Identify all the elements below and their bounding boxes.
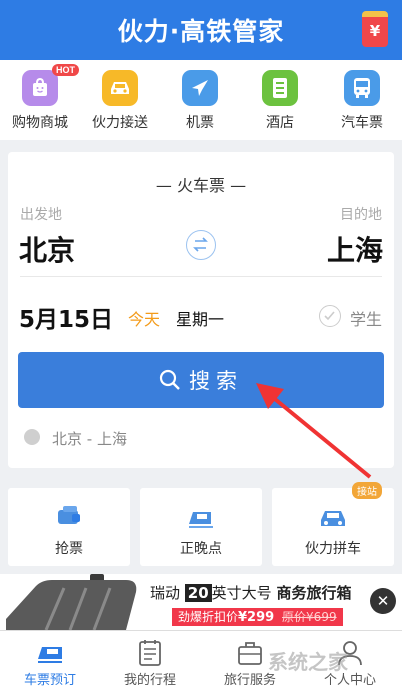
- red-packet-icon[interactable]: ¥: [362, 11, 388, 47]
- search-icon: [159, 369, 180, 390]
- category-label: 购物商城: [12, 115, 68, 131]
- ad-orig-label: 原价: [282, 610, 307, 624]
- ad-original-price: 原价¥699: [282, 610, 337, 624]
- grab-ticket-icon: [54, 502, 84, 532]
- ad-text1: 英寸大号: [211, 584, 272, 602]
- car-icon: [102, 70, 138, 106]
- category-flight[interactable]: 机票: [160, 70, 240, 132]
- ad-brand: 瑞动: [150, 584, 181, 602]
- ad-banner[interactable]: 瑞动 20 英寸大号 商务旅行箱 劲爆折扣价¥299 原价¥699 ✕: [0, 574, 402, 630]
- tab-ticket-booking[interactable]: 车票预订: [0, 631, 100, 693]
- carpool-icon: [318, 502, 348, 532]
- ad-price: ¥299: [238, 610, 275, 625]
- search-history-item[interactable]: 北京 - 上海: [52, 428, 127, 449]
- student-checkbox[interactable]: [319, 305, 341, 327]
- app-title: 伙力·高铁管家: [117, 17, 285, 46]
- airplane-icon: [182, 70, 218, 106]
- pickup-badge: 接站: [352, 482, 382, 499]
- ad-orig-price: ¥699: [306, 610, 337, 624]
- search-label: 搜索: [189, 369, 243, 393]
- ad-text2: 商务旅行箱: [276, 584, 352, 602]
- card-title: — 火车票 —: [155, 176, 247, 195]
- from-label: 出发地: [20, 207, 62, 223]
- bus-icon: [344, 70, 380, 106]
- to-label: 目的地: [340, 207, 382, 223]
- train-delay-icon: [186, 502, 216, 532]
- ad-price-tag: 劲爆折扣价¥299 原价¥699: [172, 608, 343, 626]
- tab-label: 车票预订: [23, 673, 76, 688]
- pointer-arrow-icon: [256, 383, 372, 479]
- service-label: 正晚点: [180, 541, 222, 557]
- service-carpool[interactable]: 接站 伙力拼车: [272, 482, 394, 566]
- watermark: 系统之家: [268, 650, 348, 674]
- divider: [20, 276, 382, 277]
- category-shopping[interactable]: HOT 购物商城: [0, 64, 80, 132]
- category-label: 伙力接送: [92, 115, 148, 131]
- app-header: 伙力·高铁管家 ¥: [0, 0, 402, 60]
- tab-label: 我的行程: [123, 673, 176, 688]
- travel-service-icon: [235, 639, 265, 667]
- suitcase-icon: [6, 574, 137, 630]
- student-label[interactable]: 学生: [350, 306, 382, 330]
- service-label: 抢票: [55, 541, 83, 557]
- clock-icon: [24, 429, 40, 445]
- departure-date[interactable]: 5月15日: [19, 300, 113, 334]
- shopping-bag-icon: [22, 70, 58, 106]
- swap-icon[interactable]: [186, 230, 216, 260]
- from-city[interactable]: 北京: [19, 229, 75, 269]
- service-train-delay[interactable]: 正晚点: [140, 488, 262, 566]
- hotel-icon: [262, 70, 298, 106]
- hot-badge: HOT: [52, 64, 79, 76]
- category-pickup[interactable]: 伙力接送: [80, 70, 160, 132]
- category-label: 酒店: [266, 115, 294, 131]
- ad-title: 瑞动 20 英寸大号 商务旅行箱: [150, 582, 351, 603]
- train-ticket-icon: [35, 639, 65, 667]
- category-label: 汽车票: [341, 115, 383, 131]
- tab-itinerary[interactable]: 我的行程: [100, 631, 200, 693]
- close-icon[interactable]: ✕: [370, 588, 396, 614]
- category-bar: HOT 购物商城 伙力接送 机票 酒店 汽车票: [0, 60, 402, 140]
- category-label: 机票: [186, 115, 214, 131]
- service-grab-ticket[interactable]: 抢票: [8, 488, 130, 566]
- itinerary-icon: [135, 639, 165, 667]
- weekday-label: 星期一: [176, 310, 225, 329]
- today-label: 今天: [128, 310, 161, 329]
- ad-promo: 劲爆折扣价: [178, 610, 239, 624]
- service-label: 伙力拼车: [305, 541, 361, 557]
- category-hotel[interactable]: 酒店: [240, 70, 320, 132]
- category-bus[interactable]: 汽车票: [322, 70, 402, 132]
- ad-size: 20: [184, 584, 212, 602]
- to-city[interactable]: 上海: [327, 229, 383, 269]
